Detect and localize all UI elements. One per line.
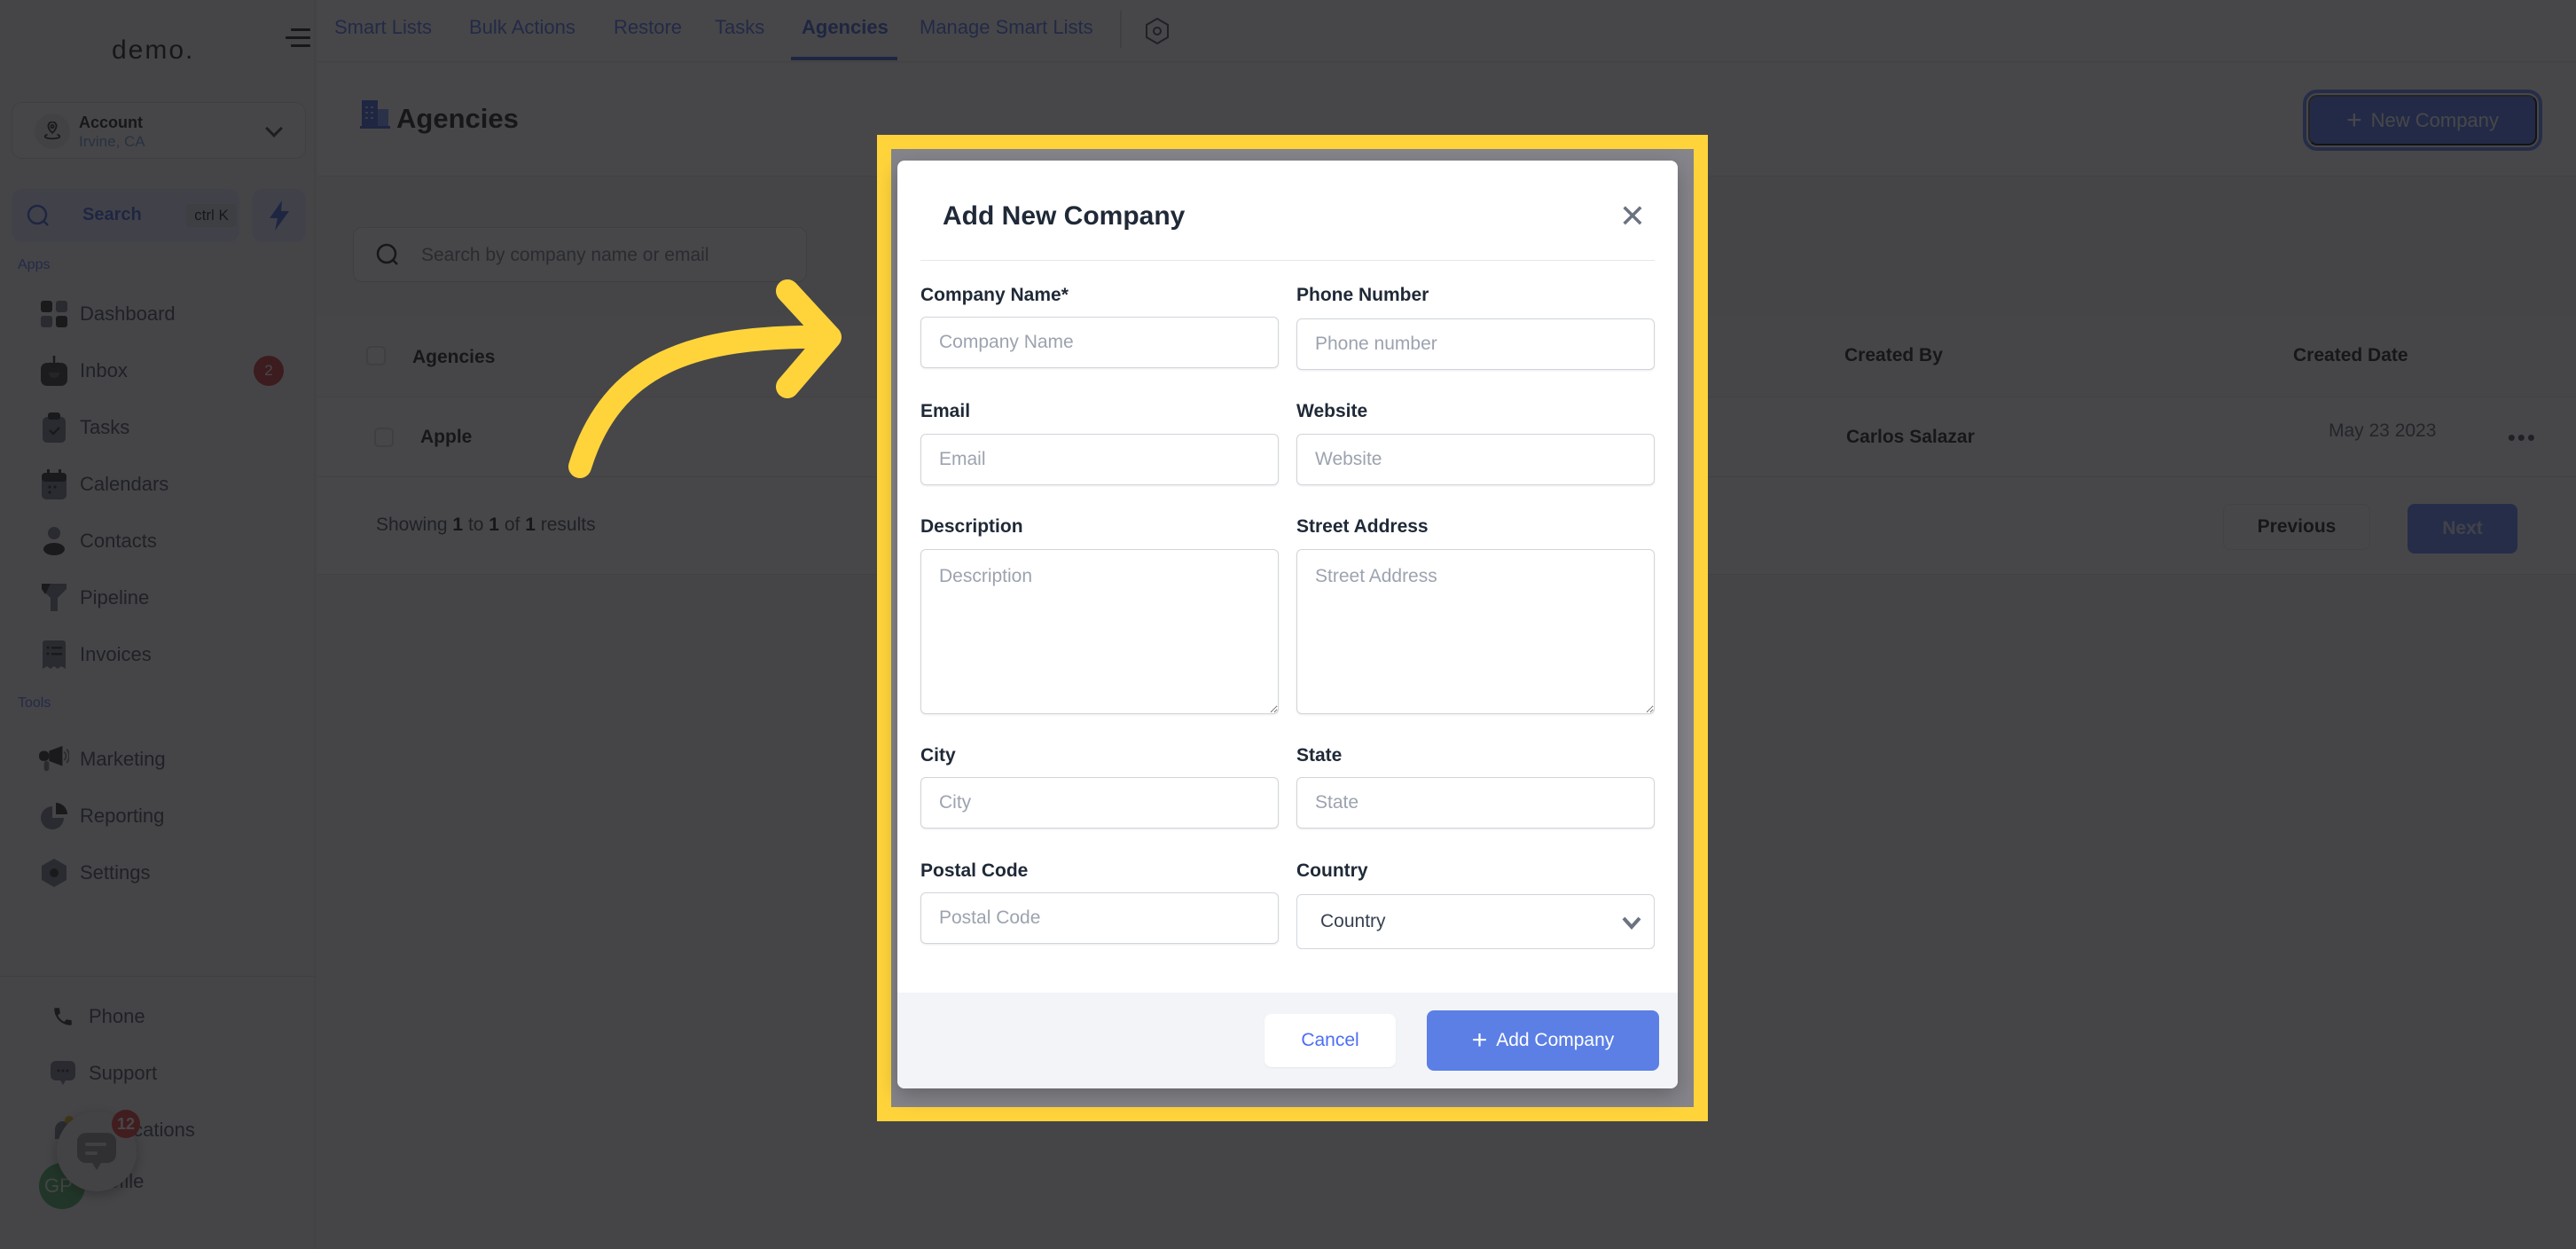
close-icon[interactable]: ✕ — [1617, 200, 1648, 232]
chevron-down-icon — [1622, 916, 1641, 930]
modal-divider — [920, 260, 1655, 261]
website-input[interactable] — [1296, 434, 1655, 485]
annotation-arrow-icon — [568, 279, 842, 478]
postal-code-input[interactable] — [920, 892, 1279, 944]
cancel-button[interactable]: Cancel — [1265, 1014, 1396, 1067]
state-input[interactable] — [1296, 777, 1655, 829]
modal-footer: Cancel + Add Company — [897, 993, 1678, 1088]
email-label: Email — [920, 401, 971, 421]
country-selected-value: Country — [1320, 911, 1386, 931]
description-textarea[interactable] — [920, 549, 1279, 714]
country-select[interactable]: Country — [1296, 894, 1655, 949]
company-name-label: Company Name* — [920, 285, 1069, 305]
add-company-button[interactable]: + Add Company — [1427, 1010, 1659, 1071]
postal-code-label: Postal Code — [920, 860, 1029, 881]
street-address-textarea[interactable] — [1296, 549, 1655, 714]
street-address-label: Street Address — [1296, 516, 1429, 537]
phone-number-label: Phone Number — [1296, 285, 1429, 305]
description-label: Description — [920, 516, 1023, 537]
add-company-label: Add Company — [1496, 1030, 1615, 1050]
phone-number-input[interactable] — [1296, 318, 1655, 370]
plus-icon: + — [1471, 1025, 1488, 1055]
website-label: Website — [1296, 401, 1368, 421]
modal-title: Add New Company — [943, 201, 1186, 231]
add-company-modal: Add New Company ✕ Company Name* Phone Nu… — [897, 161, 1678, 1088]
company-name-input[interactable] — [920, 317, 1279, 368]
state-label: State — [1296, 745, 1343, 766]
email-input[interactable] — [920, 434, 1279, 485]
city-label: City — [920, 745, 956, 766]
city-input[interactable] — [920, 777, 1279, 829]
country-label: Country — [1296, 860, 1368, 881]
